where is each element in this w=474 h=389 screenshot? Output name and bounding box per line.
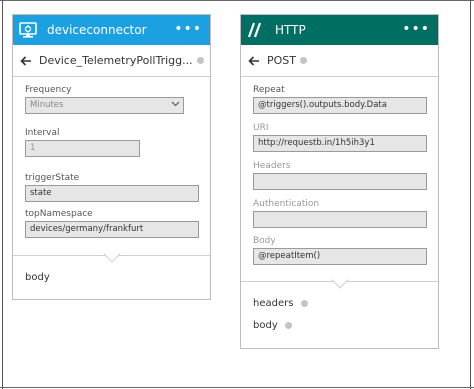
device-connector-icon — [13, 15, 43, 45]
authentication-field: Authentication — [253, 199, 427, 228]
output-label: headers — [253, 298, 294, 309]
window-frame-bottom — [0, 387, 474, 388]
body-field: Body @repeatItem() — [253, 236, 427, 265]
select-value: Minutes — [30, 100, 64, 110]
window-frame-top — [0, 0, 474, 1]
output-body[interactable]: body — [25, 272, 50, 283]
info-icon[interactable] — [284, 321, 292, 329]
action-title: POST — [267, 54, 296, 67]
output-body[interactable]: body — [253, 320, 292, 331]
http-header[interactable]: HTTP ••• — [241, 15, 438, 45]
device-connector-header[interactable]: deviceconnector ••• — [13, 15, 210, 45]
trigger-state-field: triggerState state — [25, 173, 199, 202]
action-title: Device_TelemetryPollTrigg... — [39, 54, 193, 67]
frequency-select[interactable]: Minutes — [25, 97, 184, 114]
top-namespace-field: topNamespace devices/germany/frankfurt — [25, 209, 199, 238]
outputs-notch — [331, 271, 349, 289]
device-connector-card: deviceconnector ••• Device_TelemetryPoll… — [12, 14, 211, 300]
info-icon[interactable] — [196, 57, 204, 64]
action-row[interactable]: Device_TelemetryPollTrigg... — [13, 45, 210, 77]
headers-input[interactable] — [253, 173, 427, 190]
more-icon[interactable]: ••• — [174, 22, 202, 36]
uri-input[interactable]: http://requestb.in/1h5ih3y1 — [253, 135, 427, 152]
field-label: topNamespace — [25, 209, 93, 219]
field-label: Body — [253, 236, 276, 246]
field-label: Interval — [25, 128, 60, 138]
field-label: Frequency — [25, 85, 72, 95]
repeat-input[interactable]: @triggers().outputs.body.Data — [253, 97, 427, 114]
field-label: Headers — [253, 161, 291, 171]
outputs-notch — [103, 245, 121, 263]
trigger-state-input[interactable]: state — [25, 185, 199, 202]
connector-title: HTTP — [275, 23, 306, 37]
window-frame-left — [2, 0, 3, 389]
output-label: body — [253, 320, 278, 331]
info-icon[interactable] — [300, 299, 308, 307]
chevron-down-icon — [171, 98, 180, 113]
back-arrow-icon[interactable] — [13, 55, 39, 66]
body-input[interactable]: @repeatItem() — [253, 248, 427, 265]
interval-input[interactable]: 1 — [25, 140, 140, 157]
more-icon[interactable]: ••• — [402, 22, 430, 36]
http-card: HTTP ••• POST Repeat @triggers().outputs… — [240, 14, 439, 349]
info-icon[interactable] — [300, 57, 307, 64]
field-label: triggerState — [25, 173, 80, 183]
uri-field: URI http://requestb.in/1h5ih3y1 — [253, 123, 427, 152]
repeat-field: Repeat @triggers().outputs.body.Data — [253, 85, 427, 114]
http-icon — [241, 15, 271, 45]
frequency-field: Frequency Minutes — [25, 85, 184, 114]
back-arrow-icon[interactable] — [241, 55, 267, 66]
field-label: Repeat — [253, 85, 285, 95]
connector-title: deviceconnector — [47, 23, 147, 37]
window-frame-right — [470, 0, 471, 389]
interval-field: Interval 1 — [25, 128, 140, 157]
headers-field: Headers — [253, 161, 427, 190]
output-headers[interactable]: headers — [253, 298, 308, 309]
top-namespace-input[interactable]: devices/germany/frankfurt — [25, 221, 199, 238]
authentication-input[interactable] — [253, 211, 427, 228]
field-label: URI — [253, 123, 269, 133]
field-label: Authentication — [253, 199, 320, 209]
action-row[interactable]: POST — [241, 45, 438, 77]
